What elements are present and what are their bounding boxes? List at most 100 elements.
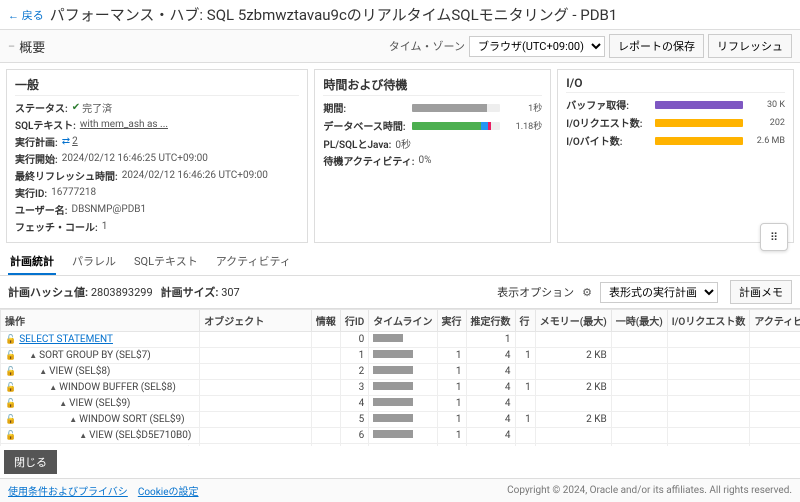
cell-object [200, 364, 312, 380]
timeline-bar [373, 430, 413, 438]
cell-timeline [369, 380, 437, 396]
op-name[interactable]: SELECT STATEMENT [19, 334, 113, 345]
cell-rows [515, 364, 535, 380]
table-row[interactable]: 🔓▲VIEW (SEL$8)214 [1, 364, 800, 380]
cell-ioreq [667, 364, 750, 380]
copyright: Copyright © 2024, Oracle and/or its affi… [507, 485, 792, 496]
cell-object [200, 332, 312, 348]
cell-est: 1 [466, 332, 515, 348]
cell-est: 4 [466, 396, 515, 412]
lastrefresh-value: 2024/02/12 16:46:26 UTC+09:00 [122, 170, 268, 181]
collapse-tri-icon[interactable]: ▲ [79, 431, 87, 440]
cell-rows [515, 428, 535, 444]
col-header[interactable]: 実行 [437, 310, 466, 332]
cell-timeline [369, 428, 437, 444]
cell-ioreq [667, 412, 750, 428]
tab-3[interactable]: アクティビティ [214, 249, 293, 275]
cell-rowid: 4 [340, 396, 368, 412]
col-header[interactable]: 一時(最大) [611, 310, 667, 332]
ioreq-value: 202 [747, 118, 785, 128]
save-report-button[interactable]: レポートの保存 [609, 34, 704, 58]
cell-object [200, 412, 312, 428]
cell-tmp [611, 364, 667, 380]
start-value: 2024/02/12 16:46:25 UTC+09:00 [62, 153, 208, 164]
cell-activity [750, 412, 800, 428]
cell-tmp [611, 412, 667, 428]
col-header[interactable]: 推定行数 [466, 310, 515, 332]
lock-icon: 🔓 [5, 383, 16, 393]
collapse-icon[interactable]: – [8, 40, 15, 53]
timeline-bar [373, 334, 403, 342]
op-name: VIEW (SEL$D5E710B0) [89, 430, 191, 441]
cookie-link[interactable]: Cookieの設定 [138, 483, 199, 498]
terms-link[interactable]: 使用条件およびプライバシ [8, 483, 128, 498]
op-name: VIEW (SEL$8) [49, 366, 110, 377]
back-link[interactable]: ← 戻る [8, 7, 44, 23]
plsql-label: PL/SQLとJava: [323, 136, 391, 151]
col-header[interactable]: オブジェクト [200, 310, 312, 332]
status-value: 完了済 [82, 100, 112, 115]
tab-2[interactable]: SQLテキスト [132, 249, 200, 275]
plan-link[interactable]: 2 [72, 136, 78, 147]
timezone-select[interactable]: ブラウザ(UTC+09:00) [469, 36, 605, 57]
dbtime-label: データベース時間: [323, 118, 408, 133]
plan-memo-button[interactable]: 計画メモ [730, 280, 792, 304]
collapse-tri-icon[interactable]: ▲ [49, 383, 57, 392]
close-button[interactable]: 閉じる [4, 450, 57, 474]
table-row[interactable]: 🔓▲WINDOW BUFFER (SEL$8)31412 KB [1, 380, 800, 396]
cell-activity [750, 348, 800, 364]
cell-tmp [611, 396, 667, 412]
tab-0[interactable]: 計画統計 [8, 249, 56, 275]
lock-icon: 🔓 [5, 431, 16, 441]
col-header[interactable]: 行 [515, 310, 535, 332]
duration-label: 期間: [323, 100, 408, 115]
cell-activity [750, 428, 800, 444]
cell-object [200, 348, 312, 364]
table-row[interactable]: 🔓SELECT STATEMENT01 [1, 332, 800, 348]
cell-mem [535, 396, 611, 412]
cell-exec: 1 [437, 364, 466, 380]
table-row[interactable]: 🔓▲VIEW (SEL$D5E710B0)614 [1, 428, 800, 444]
buffer-bar [655, 101, 743, 109]
section-title: 概要 [19, 37, 45, 56]
col-header[interactable]: 情報 [311, 310, 340, 332]
refresh-button[interactable]: リフレッシュ [708, 34, 792, 58]
cell-tmp [611, 428, 667, 444]
lock-icon: 🔓 [5, 367, 16, 377]
col-header[interactable]: タイムライン [369, 310, 437, 332]
lock-icon: 🔓 [5, 351, 16, 361]
general-heading: 一般 [15, 76, 299, 96]
collapse-tri-icon[interactable]: ▲ [29, 351, 37, 360]
collapse-tri-icon[interactable]: ▲ [39, 367, 47, 376]
lock-icon: 🔓 [5, 399, 16, 409]
col-header[interactable]: I/Oリクエスト数 [667, 310, 750, 332]
table-row[interactable]: 🔓▲VIEW (SEL$9)414 [1, 396, 800, 412]
cell-info [311, 348, 340, 364]
execid-label: 実行ID: [15, 185, 47, 200]
gear-icon[interactable]: ⚙ [582, 286, 592, 299]
table-row[interactable]: 🔓▲WINDOW SORT (SEL$9)51412 KB [1, 412, 800, 428]
col-header[interactable]: メモリー(最大) [535, 310, 611, 332]
table-row[interactable]: 🔓▲SORT GROUP BY (SEL$7)11412 KB [1, 348, 800, 364]
display-option-label: 表示オプション [497, 284, 574, 300]
cell-ioreq [667, 380, 750, 396]
picture-in-picture-icon[interactable]: ⠿ [760, 223, 788, 251]
collapse-tri-icon[interactable]: ▲ [59, 399, 67, 408]
planhash-value: 2803893299 [91, 286, 153, 299]
col-header[interactable]: アクティビティ [750, 310, 800, 332]
cell-mem [535, 332, 611, 348]
user-value: DBSNMP@PDB1 [72, 204, 147, 215]
status-label: ステータス: [15, 100, 68, 115]
cell-exec: 1 [437, 396, 466, 412]
tab-1[interactable]: パラレル [70, 249, 118, 275]
cell-rowid: 6 [340, 428, 368, 444]
cell-rowid: 1 [340, 348, 368, 364]
col-header[interactable]: 操作 [1, 310, 200, 332]
display-mode-select[interactable]: 表形式の実行計画 [600, 282, 718, 303]
cell-info [311, 332, 340, 348]
sqltext-link[interactable]: with mem_ash as ... [80, 119, 168, 130]
cell-info [311, 428, 340, 444]
collapse-tri-icon[interactable]: ▲ [69, 415, 77, 424]
plan-table[interactable]: 操作オブジェクト情報行IDタイムライン実行推定行数行メモリー(最大)一時(最大)… [0, 308, 800, 446]
col-header[interactable]: 行ID [340, 310, 368, 332]
